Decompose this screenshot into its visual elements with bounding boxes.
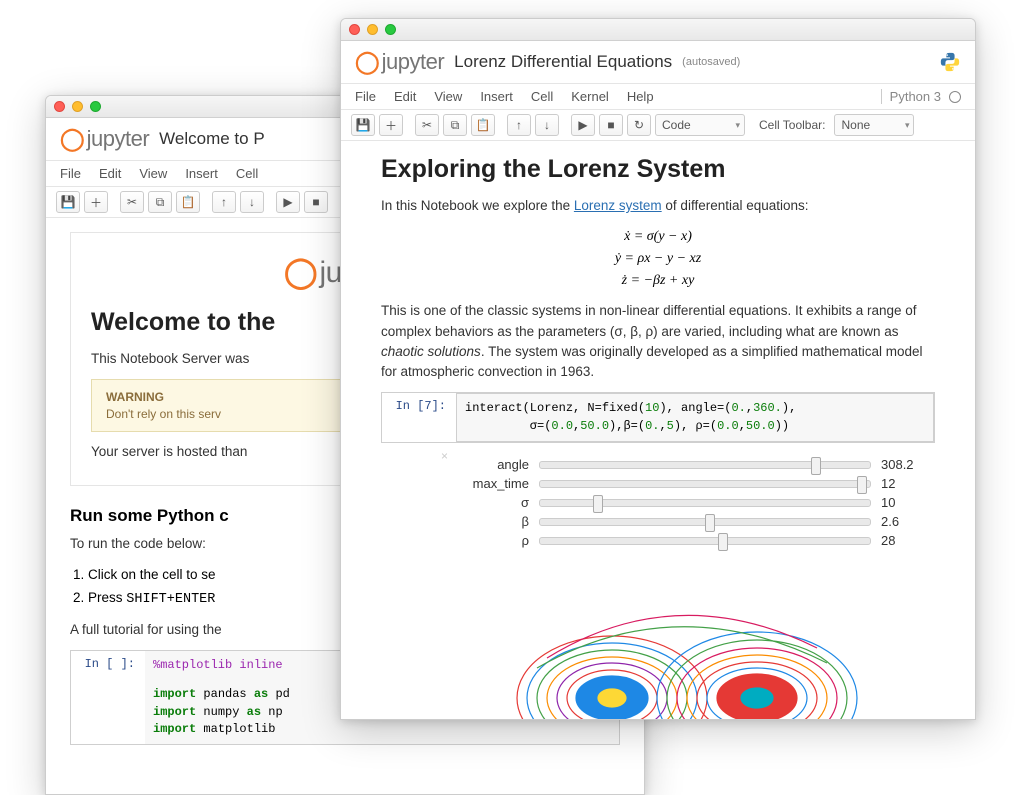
slider-thumb[interactable] bbox=[718, 533, 728, 551]
close-light[interactable] bbox=[54, 101, 65, 112]
notebook-title[interactable]: Lorenz Differential Equations bbox=[454, 52, 672, 72]
cell-toolbar-select[interactable]: None bbox=[834, 114, 914, 136]
stop-button[interactable]: ■ bbox=[304, 191, 328, 213]
slider-track[interactable] bbox=[539, 461, 871, 469]
toolbar: 💾 ＋ ✂ ⧉ 📋 ↑ ↓ ▶ ■ ↻ Code Cell Toolbar: N… bbox=[341, 110, 975, 141]
lorenz-equations: ẋ = σ(y − x) ẏ = ρx − y − xz ż = −βz + x… bbox=[381, 226, 935, 291]
body-paragraph: This is one of the classic systems in no… bbox=[381, 301, 935, 382]
menu-cell[interactable]: Cell bbox=[531, 89, 553, 104]
minimize-light[interactable] bbox=[367, 24, 378, 35]
menu-file[interactable]: File bbox=[60, 166, 81, 181]
slider-track[interactable] bbox=[539, 480, 871, 488]
restart-button[interactable]: ↻ bbox=[627, 114, 651, 136]
logo-icon: ◯ bbox=[60, 126, 83, 152]
slider-track[interactable] bbox=[539, 499, 871, 507]
menu-view[interactable]: View bbox=[434, 89, 462, 104]
menu-help[interactable]: Help bbox=[627, 89, 654, 104]
menubar: File Edit View Insert Cell Kernel Help P… bbox=[341, 84, 975, 110]
zoom-light[interactable] bbox=[90, 101, 101, 112]
menu-file[interactable]: File bbox=[355, 89, 376, 104]
menu-insert[interactable]: Insert bbox=[185, 166, 218, 181]
menu-edit[interactable]: Edit bbox=[394, 89, 416, 104]
window-lorenz: ◯ jupyter Lorenz Differential Equations … bbox=[340, 18, 976, 720]
close-light[interactable] bbox=[349, 24, 360, 35]
save-button[interactable]: 💾 bbox=[351, 114, 375, 136]
intro-paragraph: In this Notebook we explore the Lorenz s… bbox=[381, 196, 935, 216]
jupyter-logo[interactable]: ◯ jupyter bbox=[60, 126, 149, 152]
slider-angle: angle 308.2 bbox=[457, 457, 925, 472]
titlebar bbox=[341, 19, 975, 41]
paste-button[interactable]: 📋 bbox=[176, 191, 200, 213]
move-up-button[interactable]: ↑ bbox=[507, 114, 531, 136]
paste-button[interactable]: 📋 bbox=[471, 114, 495, 136]
slider-thumb[interactable] bbox=[857, 476, 867, 494]
slider-rho: ρ 28 bbox=[457, 533, 925, 548]
run-button[interactable]: ▶ bbox=[571, 114, 595, 136]
save-button[interactable]: 💾 bbox=[56, 191, 80, 213]
cell-type-select[interactable]: Code bbox=[655, 114, 745, 136]
add-cell-button[interactable]: ＋ bbox=[84, 191, 108, 213]
code-area[interactable]: interact(Lorenz, N=fixed(10), angle=(0.,… bbox=[456, 393, 934, 442]
slider-beta: β 2.6 bbox=[457, 514, 925, 529]
notebook-title[interactable]: Welcome to P bbox=[159, 129, 265, 149]
logo-icon: ◯ bbox=[355, 49, 378, 75]
close-icon[interactable]: × bbox=[441, 449, 448, 463]
notebook-header: ◯ jupyter Lorenz Differential Equations … bbox=[341, 41, 975, 84]
cell-toolbar-label: Cell Toolbar: bbox=[759, 118, 825, 132]
minimize-light[interactable] bbox=[72, 101, 83, 112]
menu-kernel[interactable]: Kernel bbox=[571, 89, 609, 104]
input-prompt: In [ ]: bbox=[71, 651, 139, 745]
jupyter-logo[interactable]: ◯ jupyter bbox=[355, 49, 444, 75]
slider-thumb[interactable] bbox=[705, 514, 715, 532]
slider-thumb[interactable] bbox=[593, 495, 603, 513]
notebook-content: Exploring the Lorenz System In this Note… bbox=[341, 141, 975, 720]
python-logo bbox=[939, 51, 961, 73]
menu-insert[interactable]: Insert bbox=[480, 89, 513, 104]
zoom-light[interactable] bbox=[385, 24, 396, 35]
menu-view[interactable]: View bbox=[139, 166, 167, 181]
kernel-name[interactable]: Python 3 bbox=[881, 89, 941, 104]
widget-output: × angle 308.2 max_time 12 σ 10 β 2.6 bbox=[381, 443, 935, 562]
run-button[interactable]: ▶ bbox=[276, 191, 300, 213]
add-cell-button[interactable]: ＋ bbox=[379, 114, 403, 136]
cut-button[interactable]: ✂ bbox=[415, 114, 439, 136]
copy-button[interactable]: ⧉ bbox=[443, 114, 467, 136]
slider-track[interactable] bbox=[539, 518, 871, 526]
slider-sigma: σ 10 bbox=[457, 495, 925, 510]
slider-maxtime: max_time 12 bbox=[457, 476, 925, 491]
move-up-button[interactable]: ↑ bbox=[212, 191, 236, 213]
move-down-button[interactable]: ↓ bbox=[535, 114, 559, 136]
menu-edit[interactable]: Edit bbox=[99, 166, 121, 181]
lorenz-plot bbox=[457, 568, 935, 720]
slider-track[interactable] bbox=[539, 537, 871, 545]
move-down-button[interactable]: ↓ bbox=[240, 191, 264, 213]
code-cell[interactable]: In [7]: interact(Lorenz, N=fixed(10), an… bbox=[381, 392, 935, 443]
input-prompt: In [7]: bbox=[382, 393, 450, 442]
kernel-status-icon bbox=[949, 91, 961, 103]
lorenz-link[interactable]: Lorenz system bbox=[574, 198, 662, 213]
menu-cell[interactable]: Cell bbox=[236, 166, 258, 181]
logo-icon: ◯ bbox=[284, 255, 316, 290]
autosave-label: (autosaved) bbox=[682, 56, 740, 68]
cut-button[interactable]: ✂ bbox=[120, 191, 144, 213]
stop-button[interactable]: ■ bbox=[599, 114, 623, 136]
slider-thumb[interactable] bbox=[811, 457, 821, 475]
page-title: Exploring the Lorenz System bbox=[381, 155, 935, 184]
copy-button[interactable]: ⧉ bbox=[148, 191, 172, 213]
